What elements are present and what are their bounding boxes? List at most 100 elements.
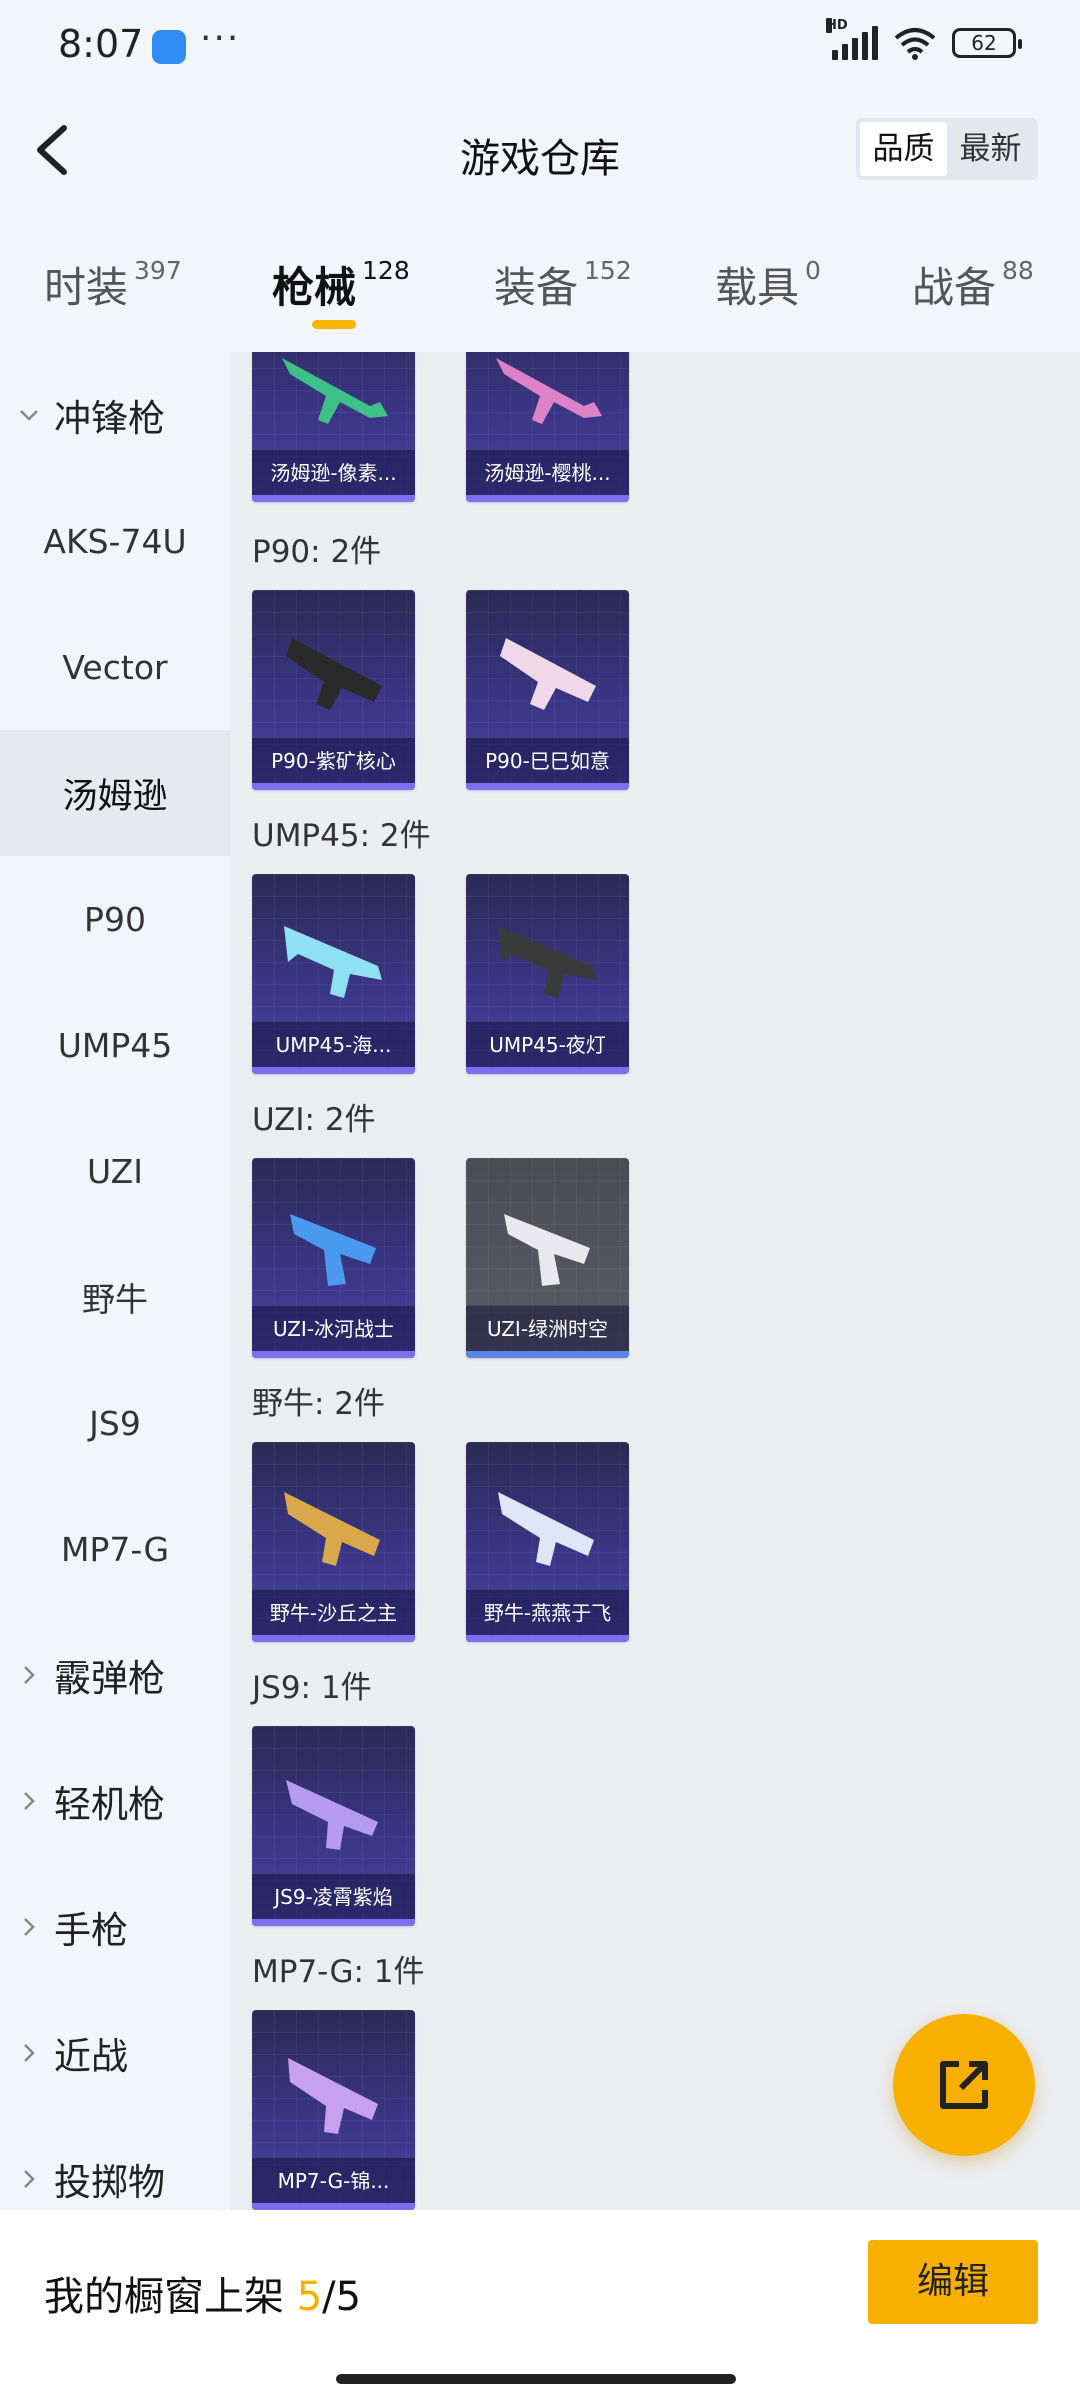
edit-button[interactable]: 编辑: [868, 2240, 1038, 2324]
showcase-separator: /: [322, 2274, 336, 2320]
weapon-image-icon: [282, 358, 388, 424]
tab-supplies[interactable]: 战备 88: [912, 254, 1034, 315]
skin-name: 野牛-燕燕于飞: [466, 1589, 629, 1635]
tab-count: 128: [362, 256, 410, 285]
cellular-signal-icon: HD: [826, 18, 878, 60]
tab-label: 战备: [912, 263, 997, 312]
section-title-bizon: 野牛: 2件: [252, 1386, 386, 1422]
tab-count: 88: [1002, 256, 1034, 285]
rarity-bar: [466, 495, 629, 502]
chevron-down-icon: [20, 410, 38, 421]
battery-icon: 62: [952, 28, 1022, 58]
weapon-category-sidebar: 冲锋枪 AKS-74U Vector 汤姆逊 P90 UMP45 UZI 野牛 …: [0, 352, 230, 2210]
rarity-bar: [252, 1351, 415, 1358]
skin-card[interactable]: 汤姆逊-像素...: [252, 352, 415, 502]
sidebar-item-ump45[interactable]: UMP45: [0, 982, 230, 1108]
weapon-image-icon: [284, 926, 382, 998]
rarity-bar: [252, 495, 415, 502]
tab-count: 152: [584, 256, 632, 285]
header: 游戏仓库 品质 最新: [0, 90, 1080, 210]
status-bar: 8:07 ··· HD 62: [0, 0, 1080, 90]
skin-card[interactable]: UMP45-夜灯: [466, 874, 629, 1074]
skin-card[interactable]: UZI-绿洲时空: [466, 1158, 629, 1358]
skin-name: 野牛-沙丘之主: [252, 1589, 415, 1635]
skin-card[interactable]: 野牛-沙丘之主: [252, 1442, 415, 1642]
tab-label: 载具: [715, 263, 800, 312]
skin-name: P90-巳巳如意: [466, 737, 629, 783]
sidebar-item-aks74u[interactable]: AKS-74U: [0, 478, 230, 604]
skin-card[interactable]: MP7-G-锦...: [252, 2010, 415, 2210]
active-tab-indicator: [312, 320, 356, 329]
weapon-image-icon: [500, 638, 596, 710]
rarity-bar: [466, 1351, 629, 1358]
sort-option-quality[interactable]: 品质: [860, 122, 947, 176]
sort-toggle[interactable]: 品质 最新: [856, 118, 1038, 180]
sidebar-group-melee[interactable]: 近战: [0, 1990, 230, 2116]
weapon-image-icon: [286, 1780, 378, 1850]
skin-grid: 汤姆逊-像素... 汤姆逊-樱桃... P90: 2件 P90-紫矿核心 P90…: [230, 352, 1080, 2210]
skin-card[interactable]: 野牛-燕燕于飞: [466, 1442, 629, 1642]
skin-card[interactable]: P90-巳巳如意: [466, 590, 629, 790]
tab-firearms[interactable]: 枪械 128: [272, 254, 410, 329]
skin-name: MP7-G-锦...: [252, 2157, 415, 2203]
bottom-bar: 我的橱窗上架 5/5 编辑: [0, 2210, 1080, 2400]
tab-equipment[interactable]: 装备 152: [494, 254, 632, 315]
rarity-bar: [466, 1067, 629, 1074]
rarity-bar: [252, 1919, 415, 1926]
wifi-icon: [894, 28, 936, 60]
category-tabs: 时装 397 枪械 128 装备 152 载具 0 战备 88: [0, 240, 1080, 340]
showcase-label: 我的橱窗上架: [44, 2274, 284, 2320]
tab-vehicles[interactable]: 载具 0: [715, 254, 821, 315]
tab-label: 装备: [494, 263, 579, 312]
sidebar-item-label: 轻机枪: [54, 1783, 165, 1826]
sidebar-item-label: 投掷物: [54, 2161, 165, 2204]
sidebar-group-pistol[interactable]: 手枪: [0, 1864, 230, 1990]
weapon-image-icon: [496, 358, 602, 424]
hd-icon: HD: [826, 18, 848, 33]
sidebar-item-p90[interactable]: P90: [0, 856, 230, 982]
sidebar-item-vector[interactable]: Vector: [0, 604, 230, 730]
sidebar-group-lmg[interactable]: 轻机枪: [0, 1738, 230, 1864]
home-indicator[interactable]: [336, 2374, 736, 2384]
sidebar-item-uzi[interactable]: UZI: [0, 1108, 230, 1234]
weapon-image-icon: [284, 1492, 380, 1566]
skin-name: JS9-凌霄紫焰: [252, 1873, 415, 1919]
skin-name: P90-紫矿核心: [252, 737, 415, 783]
sidebar-group-smg[interactable]: 冲锋枪: [0, 352, 230, 478]
section-title-ump45: UMP45: 2件: [252, 818, 431, 854]
sort-option-newest[interactable]: 最新: [947, 122, 1034, 176]
sidebar-item-label: 近战: [54, 2035, 128, 2078]
tab-label: 枪械: [272, 263, 357, 312]
showcase-count: 5: [296, 2274, 323, 2320]
tab-count: 0: [805, 256, 821, 285]
sidebar-item-bizon[interactable]: 野牛: [0, 1234, 230, 1360]
weapon-image-icon: [498, 926, 596, 998]
sidebar-item-mp7g[interactable]: MP7-G: [0, 1486, 230, 1612]
skin-name: UZI-冰河战士: [252, 1305, 415, 1351]
sidebar-item-js9[interactable]: JS9: [0, 1360, 230, 1486]
skin-card[interactable]: JS9-凌霄紫焰: [252, 1726, 415, 1926]
chevron-right-icon: [24, 1792, 35, 1810]
showcase-total: 5: [335, 2274, 362, 2320]
chevron-right-icon: [24, 2044, 35, 2062]
share-button[interactable]: [893, 2014, 1035, 2156]
showcase-status: 我的橱窗上架 5/5: [44, 2264, 361, 2322]
skin-name: 汤姆逊-樱桃...: [466, 449, 629, 495]
chevron-right-icon: [24, 1666, 35, 1684]
rarity-bar: [252, 2203, 415, 2210]
skin-name: UZI-绿洲时空: [466, 1305, 629, 1351]
sidebar-group-throwables[interactable]: 投掷物: [0, 2116, 230, 2210]
skin-card[interactable]: P90-紫矿核心: [252, 590, 415, 790]
sidebar-group-shotgun[interactable]: 霰弹枪: [0, 1612, 230, 1738]
share-icon: [940, 2061, 988, 2109]
sidebar-item-thompson[interactable]: 汤姆逊: [0, 730, 230, 856]
rarity-bar: [466, 783, 629, 790]
sidebar-item-label: 手枪: [54, 1909, 128, 1952]
skin-card[interactable]: UZI-冰河战士: [252, 1158, 415, 1358]
skin-card[interactable]: UMP45-海...: [252, 874, 415, 1074]
section-title-uzi: UZI: 2件: [252, 1102, 376, 1138]
chevron-right-icon: [24, 1918, 35, 1936]
tab-fashion[interactable]: 时装 397: [44, 254, 182, 315]
weapon-image-icon: [288, 2058, 378, 2134]
skin-card[interactable]: 汤姆逊-樱桃...: [466, 352, 629, 502]
